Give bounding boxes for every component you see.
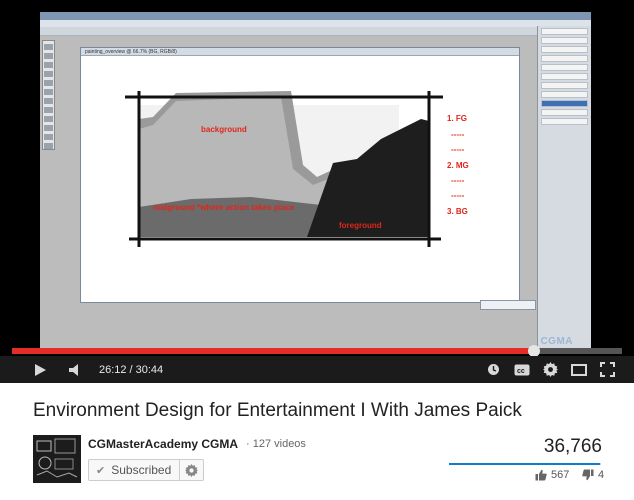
view-count: 36,766 [543, 436, 602, 457]
total-time: 30:44 [135, 363, 164, 376]
annotation-background: background [201, 125, 247, 134]
progress-bar[interactable] [12, 345, 622, 357]
annotation-dashes: ----- [451, 191, 465, 200]
tool-icon [44, 116, 53, 122]
clock-icon [487, 364, 499, 375]
theater-mode-icon [571, 363, 587, 376]
like-count: 567 [551, 469, 570, 481]
panel-row [541, 37, 588, 44]
player-controls: 26:12 / 30:44 cc [0, 356, 634, 383]
panel-row [541, 73, 588, 80]
play-icon [35, 363, 46, 376]
tool-icon [44, 44, 53, 50]
check-icon: ✔ [96, 464, 106, 477]
fullscreen-icon [599, 362, 615, 377]
canvas-window-titlebar: painting_overview @ 66.7% (BG, RGB/8) [81, 48, 519, 56]
tool-icon [44, 98, 53, 104]
video-frame[interactable]: painting_overview @ 66.7% (BG, RGB/8) ba… [40, 12, 591, 350]
environment-sketch: background midground *where action takes… [125, 91, 469, 247]
annotation-dashes: ----- [451, 130, 465, 139]
theater-mode-button[interactable] [568, 356, 590, 383]
photoshop-titlebar [40, 12, 591, 20]
tool-icon [44, 71, 53, 77]
dislike-count: 4 [598, 469, 605, 481]
panel-row [541, 118, 588, 125]
play-button[interactable] [26, 356, 54, 383]
like-button[interactable]: 567 [535, 469, 569, 481]
subscribed-label: Subscribed [111, 463, 172, 477]
tool-icon [44, 125, 53, 131]
photoshop-options-bar [40, 27, 591, 36]
panel-row [541, 28, 588, 35]
tool-icon [44, 107, 53, 113]
panel-row [541, 91, 588, 98]
annotation-list-bg: 3. BG [447, 207, 468, 216]
panel-row [541, 109, 588, 116]
gear-icon [542, 362, 558, 377]
sentiment-likes-fill [449, 463, 600, 465]
panel-row [541, 55, 588, 62]
time-display: 26:12 / 30:44 [99, 356, 163, 383]
fullscreen-button[interactable] [596, 356, 618, 383]
photoshop-toolbox [42, 40, 55, 150]
tool-icon [44, 143, 53, 149]
panel-row-selected [541, 100, 588, 107]
subscribed-button[interactable]: ✔ Subscribed [88, 459, 181, 481]
channel-avatar[interactable] [33, 435, 81, 483]
volume-button[interactable] [64, 356, 88, 383]
captions-icon: cc [514, 364, 530, 375]
thumbs-down-icon [582, 469, 594, 481]
annotation-list-fg: 1. FG [447, 114, 467, 123]
photoshop-layers-panel [537, 26, 591, 350]
photoshop-menubar [40, 20, 591, 27]
tool-icon [44, 80, 53, 86]
cgma-watermark: CGMA [540, 336, 573, 347]
panel-row [541, 46, 588, 53]
photoshop-canvas-window: painting_overview @ 66.7% (BG, RGB/8) ba… [80, 47, 520, 303]
progress-played [12, 348, 534, 354]
watch-later-button[interactable] [484, 356, 502, 383]
time-separator: / [129, 363, 133, 376]
video-title: Environment Design for Entertainment I W… [33, 400, 522, 421]
volume-icon [69, 363, 78, 376]
video-player[interactable]: painting_overview @ 66.7% (BG, RGB/8) ba… [0, 0, 634, 383]
tool-icon [44, 53, 53, 59]
annotation-dashes: ----- [451, 145, 465, 154]
panel-row [541, 64, 588, 71]
annotation-dashes: ----- [451, 176, 465, 185]
annotation-list-mg: 2. MG [447, 161, 469, 170]
video-count[interactable]: · 127 videos [246, 438, 306, 450]
canvas-window-title: painting_overview @ 66.7% (BG, RGB/8) [85, 49, 177, 55]
captions-button[interactable]: cc [511, 356, 533, 383]
settings-gear-button[interactable] [540, 356, 560, 383]
tool-icon [44, 89, 53, 95]
sentiment-bar [449, 463, 601, 465]
tool-icon [44, 62, 53, 68]
avatar-sketch-icon [36, 438, 78, 478]
video-info: Environment Design for Entertainment I W… [0, 383, 634, 500]
channel-name[interactable]: CGMasterAcademy CGMA [88, 437, 238, 451]
panel-row [541, 82, 588, 89]
annotation-foreground: foreground [339, 221, 382, 230]
dislike-button[interactable]: 4 [582, 469, 604, 481]
photoshop-navigator-window [480, 300, 536, 310]
subscribe-controls: ✔ Subscribed [88, 459, 205, 481]
svg-text:cc: cc [517, 368, 525, 375]
subscription-settings-button[interactable] [180, 459, 205, 481]
current-time: 26:12 [99, 363, 127, 376]
tool-icon [44, 134, 53, 140]
thumbs-up-icon [535, 469, 547, 481]
gear-icon [185, 463, 199, 477]
annotation-midground: midground *where action takes place [153, 203, 295, 212]
